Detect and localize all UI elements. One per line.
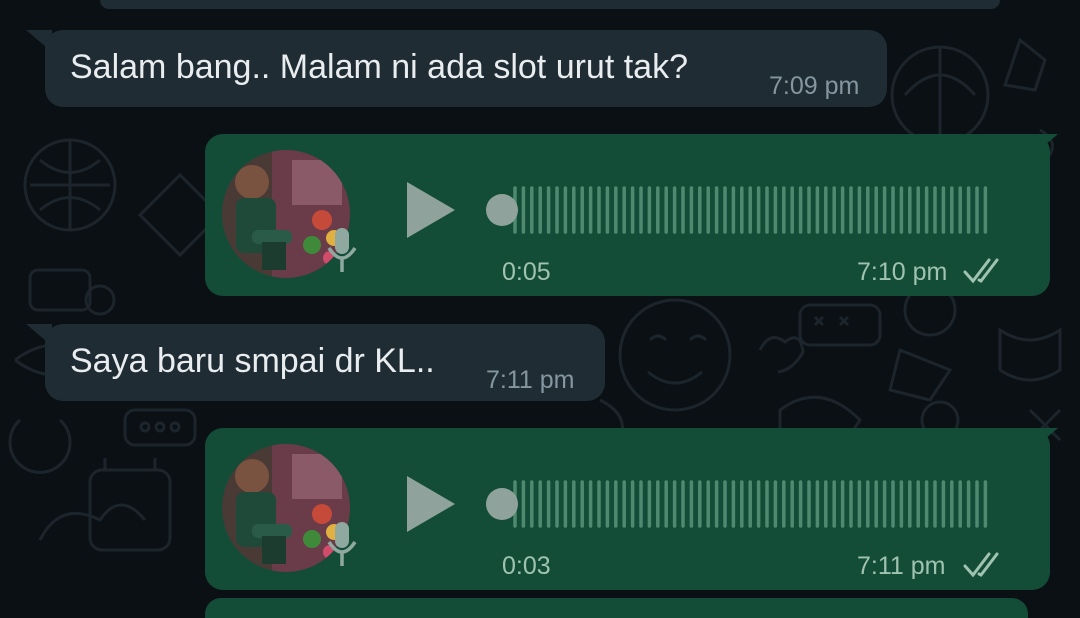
voice-duration: 0:03	[502, 552, 551, 580]
play-icon[interactable]	[405, 474, 457, 534]
audio-waveform[interactable]	[485, 474, 995, 534]
message-bubble-incoming[interactable]: Salam bang.. Malam ni ada slot urut tak?…	[45, 30, 887, 107]
previous-message-edge	[100, 0, 1000, 9]
play-icon[interactable]	[405, 180, 457, 240]
seek-thumb[interactable]	[486, 488, 518, 520]
double-check-icon	[963, 258, 999, 284]
voice-duration: 0:05	[502, 258, 551, 286]
message-time: 7:11 pm	[857, 552, 946, 580]
voice-message-bubble[interactable]: 0:03 7:11 pm	[205, 428, 1050, 590]
message-time: 7:11 pm	[486, 366, 575, 394]
audio-waveform[interactable]	[485, 180, 995, 240]
double-check-icon	[963, 552, 999, 578]
next-message-edge	[205, 598, 1028, 618]
microphone-icon	[327, 228, 357, 272]
message-text: Salam bang.. Malam ni ada slot urut tak?	[70, 48, 688, 86]
voice-message-bubble[interactable]: 0:05 7:10 pm	[205, 134, 1050, 296]
message-time: 7:10 pm	[857, 258, 948, 286]
message-text: Saya baru smpai dr KL..	[70, 342, 435, 380]
message-time: 7:09 pm	[769, 72, 860, 100]
seek-thumb[interactable]	[486, 194, 518, 226]
microphone-icon	[327, 522, 357, 566]
message-bubble-incoming[interactable]: Saya baru smpai dr KL.. 7:11 pm	[45, 324, 605, 401]
